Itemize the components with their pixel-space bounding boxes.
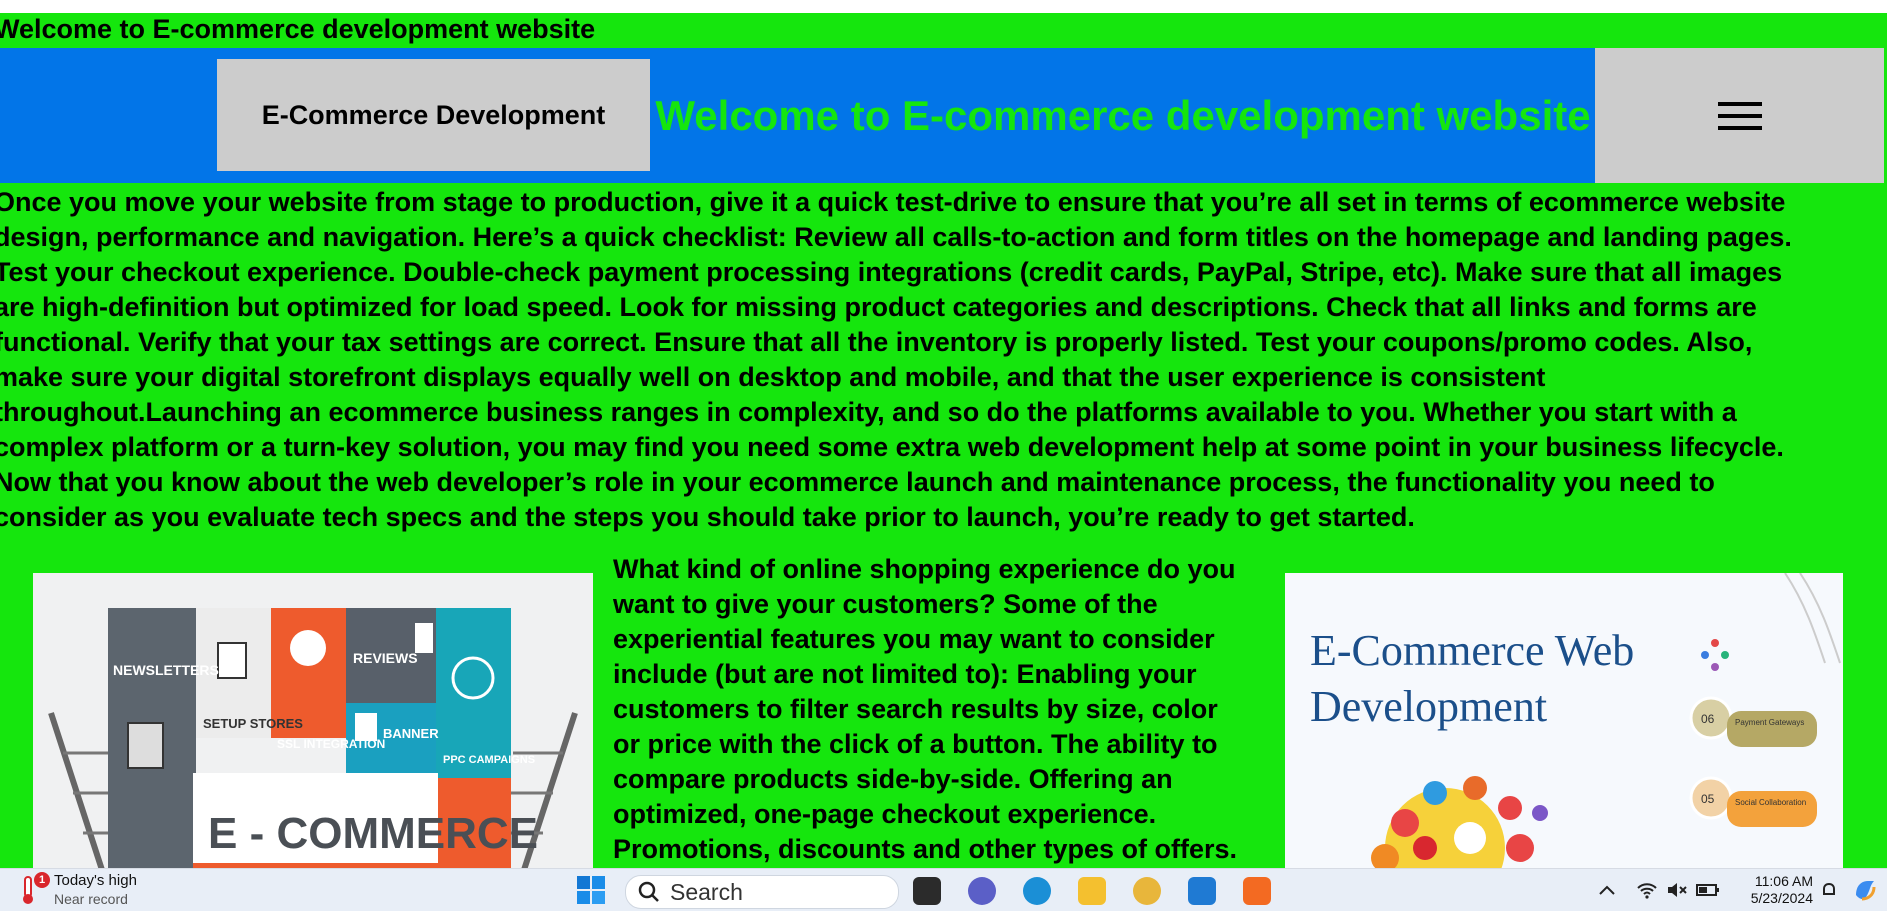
file-explorer-icon[interactable] [1078,877,1106,905]
header-title: Welcome to E-commerce development websit… [655,91,1591,139]
intro-line: consider as you evaluate tech specs and … [0,502,1415,532]
label-ecommerce: E - COMMERCE [208,809,538,858]
intro-line: throughout.Launching an ecommerce busine… [0,397,1737,427]
weather-title: Today's high [54,872,137,889]
copilot-icon[interactable] [1852,869,1878,911]
intro-line: Now that you know about the web develope… [0,467,1715,497]
web-page: Welcome to E-commerce development websit… [0,13,1887,868]
teams-icon[interactable] [968,877,996,905]
right-image-title-2: Development [1310,682,1547,731]
windows-icon [577,876,605,904]
mid-line: or price with the click of a button. The… [613,729,1218,759]
mid-line: customers to filter search results by si… [613,694,1218,724]
label-setup-stores: SETUP STORES [203,716,303,731]
intro-line: make sure your digital storefront displa… [0,362,1546,392]
experience-paragraph: What kind of online shopping experience … [613,552,1273,867]
weather-badge: 1 [34,872,50,888]
taskbar-search[interactable]: Search [625,875,899,909]
clock-date: 5/23/2024 [1750,890,1813,906]
ecommerce-marketing-image: NEWSLETTERS SETUP STORES SSL INTEGRATION… [33,573,593,868]
step-06: 06 [1701,712,1715,726]
intro-line: functional. Verify that your tax setting… [0,327,1753,357]
weather-widget[interactable]: 1 Today's high Near record [18,869,137,911]
start-button[interactable] [576,869,606,911]
xampp-icon[interactable] [1243,877,1271,905]
windows-taskbar: 1 Today's high Near record Search 11:06 … [0,868,1887,911]
mid-line: Promotions, discounts and other types of… [613,834,1238,864]
mid-line: want to give your customers? Some of the [613,589,1158,619]
right-image-title-1: E-Commerce Web [1310,626,1634,675]
thermometer-icon: 1 [18,872,50,905]
search-icon [638,881,659,902]
search-label: Search [670,878,743,905]
chrome-icon[interactable] [1133,877,1161,905]
label-ppc-campaigns: PPC CAMPAIGNS [443,754,535,766]
brand-button[interactable]: E-Commerce Development [217,59,650,171]
site-header: E-Commerce Development Welcome to E-comm… [0,48,1884,183]
mid-line: experiential features you may want to co… [613,624,1215,654]
label-banner: BANNER [383,726,439,741]
top-welcome-text: Welcome to E-commerce development websit… [0,14,596,44]
mid-line: What kind of online shopping experience … [613,554,1236,584]
clock-time: 11:06 AM [1754,873,1813,889]
step-05: 05 [1701,792,1715,806]
wifi-icon[interactable] [1636,869,1658,911]
label-newsletters: NEWSLETTERS [113,662,219,678]
volume-muted-icon[interactable] [1666,869,1688,911]
label-reviews: REVIEWS [353,650,418,666]
task-view-icon[interactable] [913,877,941,905]
chevron-up-icon[interactable] [1598,869,1616,911]
mid-line: include (but are not limited to): Enabli… [613,659,1197,689]
menu-button[interactable] [1595,48,1884,183]
intro-line: are high-definition but optimized for lo… [0,292,1757,322]
system-clock[interactable]: 11:06 AM 5/23/2024 [1733,873,1813,907]
step-06-label: Payment Gateways [1735,718,1804,727]
intro-line: complex platform or a turn-key solution,… [0,432,1784,462]
hamburger-icon [1717,94,1762,138]
edge-icon[interactable] [1023,877,1051,905]
intro-line: Once you move your website from stage to… [0,187,1786,217]
mid-line: compare products side-by-side. Offering … [613,764,1173,794]
intro-line: design, performance and navigation. Here… [0,222,1792,252]
battery-icon[interactable] [1696,869,1720,911]
step-05-label: Social Collaboration [1735,798,1806,807]
intro-line: Test your checkout experience. Double-ch… [0,257,1783,287]
label-ssl-integration: SSL INTEGRATION [277,737,385,751]
weather-subtitle: Near record [54,891,128,907]
mid-line: optimized, one-page checkout experience. [613,799,1157,829]
ecommerce-web-development-image: E-Commerce Web Development 06 Payment Ga… [1285,573,1843,868]
vscode-icon[interactable] [1188,877,1216,905]
notification-icon[interactable] [1820,869,1838,911]
intro-paragraph: Once you move your website from stage to… [0,185,1884,535]
